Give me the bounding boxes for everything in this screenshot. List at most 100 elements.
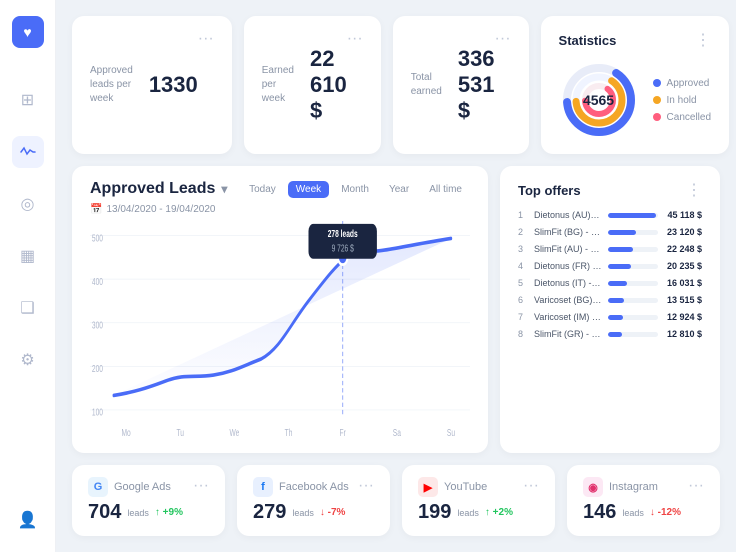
svg-text:Th: Th xyxy=(285,427,293,439)
offer-row: 6 Varicoset (BG) - 15$ 13 515 $ xyxy=(518,295,702,305)
offer-bar xyxy=(608,230,636,235)
offer-bar xyxy=(608,315,623,320)
source-name-facebook: Facebook Ads xyxy=(279,481,349,493)
offer-row: 3 SlimFit (AU) - 16$ 22 248 $ xyxy=(518,244,702,254)
source-footer: 279 leads ↓ -7% xyxy=(253,501,374,524)
donut-section: 4565 Approved In hold Cancelled xyxy=(559,60,711,140)
offer-value: 20 235 $ xyxy=(664,261,702,271)
top-offers-panel: Top offers ⋮ 1 Dietonus (AU) - 17$ 45 11… xyxy=(500,166,720,453)
offer-bar-wrap xyxy=(608,281,658,286)
svg-text:Tu: Tu xyxy=(176,427,184,439)
offer-row: 8 SlimFit (GR) - 15$ 12 810 $ xyxy=(518,329,702,339)
offer-name: SlimFit (BG) - 16$ xyxy=(534,227,602,237)
statistics-card: Statistics ⋮ 4565 xyxy=(541,16,729,154)
stat-label-earned-week: Earned per week xyxy=(262,64,294,106)
source-card-instagram: ◉ Instagram ··· 146 leads ↓ -12% xyxy=(567,465,720,536)
offer-name: Varicoset (IM) - 14$ xyxy=(534,312,602,322)
middle-row: Approved Leads ▾ Today Week Month Year A… xyxy=(72,166,720,453)
source-change-instagram: ↓ -12% xyxy=(650,507,681,518)
sidebar-item-folder[interactable]: ❑ xyxy=(12,292,44,324)
offer-rank: 1 xyxy=(518,210,528,220)
offer-value: 12 810 $ xyxy=(664,329,702,339)
statistics-menu[interactable]: ⋮ xyxy=(695,30,711,50)
filter-month[interactable]: Month xyxy=(333,181,377,198)
stat-menu-earned-week[interactable]: ··· xyxy=(347,30,363,48)
sidebar-item-settings[interactable]: ⚙ xyxy=(12,344,44,376)
donut-chart: 4565 xyxy=(559,60,639,140)
source-menu-google[interactable]: ··· xyxy=(193,477,209,495)
svg-text:9 726 $: 9 726 $ xyxy=(332,242,354,254)
svg-text:Su: Su xyxy=(447,427,455,439)
source-card-facebook: f Facebook Ads ··· 279 leads ↓ -7% xyxy=(237,465,390,536)
sidebar-item-user[interactable]: 👤 xyxy=(12,504,44,536)
offer-rank: 6 xyxy=(518,295,528,305)
offer-row: 5 Dietonus (IT) - 17$ 16 031 $ xyxy=(518,278,702,288)
offer-name: SlimFit (GR) - 15$ xyxy=(534,329,602,339)
offer-rank: 8 xyxy=(518,329,528,339)
source-card-google: G Google Ads ··· 704 leads ↑ +9% xyxy=(72,465,225,536)
svg-text:400: 400 xyxy=(92,275,103,287)
svg-text:100: 100 xyxy=(92,406,103,418)
offer-bar xyxy=(608,264,631,269)
offers-menu[interactable]: ⋮ xyxy=(686,180,702,200)
source-icon-facebook: f xyxy=(253,477,273,497)
source-value-youtube: 199 xyxy=(418,501,451,524)
stat-label-approved: Approved leads per week xyxy=(90,64,133,106)
source-icon-youtube: ▶ xyxy=(418,477,438,497)
sidebar-item-circle[interactable]: ◎ xyxy=(12,188,44,220)
legend-inhold: In hold xyxy=(653,95,711,106)
stat-menu-total[interactable]: ··· xyxy=(495,30,511,48)
source-footer: 704 leads ↑ +9% xyxy=(88,501,209,524)
offers-header: Top offers ⋮ xyxy=(518,180,702,200)
filter-all[interactable]: All time xyxy=(421,181,470,198)
source-menu-facebook[interactable]: ··· xyxy=(358,477,374,495)
sidebar-nav: ⊞ ◎ ▦ ❑ ⚙ xyxy=(12,84,44,376)
sidebar-item-chart[interactable]: ▦ xyxy=(12,240,44,272)
stat-value-approved: 1330 xyxy=(149,72,198,98)
sidebar-item-activity[interactable] xyxy=(12,136,44,168)
offer-bar-wrap xyxy=(608,315,658,320)
filter-today[interactable]: Today xyxy=(241,181,284,198)
offer-bar-wrap xyxy=(608,230,658,235)
source-icon-instagram: ◉ xyxy=(583,477,603,497)
offer-rank: 5 xyxy=(518,278,528,288)
offer-rank: 3 xyxy=(518,244,528,254)
offer-row: 1 Dietonus (AU) - 17$ 45 118 $ xyxy=(518,210,702,220)
offer-value: 12 924 $ xyxy=(664,312,702,322)
offer-name: Dietonus (IT) - 17$ xyxy=(534,278,602,288)
stat-card-total-earned: Total earned 336 531 $ ··· xyxy=(393,16,529,154)
statistics-title: Statistics xyxy=(559,33,617,48)
filter-week[interactable]: Week xyxy=(288,181,329,198)
source-unit-google: leads xyxy=(127,508,149,518)
chart-title[interactable]: Approved Leads ▾ xyxy=(90,180,227,198)
filter-year[interactable]: Year xyxy=(381,181,417,198)
chart-filters: Today Week Month Year All time xyxy=(241,181,470,198)
source-menu-instagram[interactable]: ··· xyxy=(688,477,704,495)
sidebar-bottom: 👤 xyxy=(12,504,44,536)
stat-value-total: 336 531 $ xyxy=(458,46,495,124)
date-range: 📅 13/04/2020 - 19/04/2020 xyxy=(90,204,470,215)
sidebar: ♥ ⊞ ◎ ▦ ❑ ⚙ 👤 xyxy=(0,0,56,552)
offer-rank: 4 xyxy=(518,261,528,271)
source-footer: 146 leads ↓ -12% xyxy=(583,501,704,524)
legend-approved: Approved xyxy=(653,78,711,89)
offer-row: 2 SlimFit (BG) - 16$ 23 120 $ xyxy=(518,227,702,237)
source-change-youtube: ↑ +2% xyxy=(485,507,513,518)
offer-rank: 2 xyxy=(518,227,528,237)
source-change-google: ↑ +9% xyxy=(155,507,183,518)
stat-menu-approved[interactable]: ··· xyxy=(198,30,214,48)
donut-value: 4565 xyxy=(583,92,614,108)
source-unit-facebook: leads xyxy=(292,508,314,518)
offer-bar-wrap xyxy=(608,298,658,303)
chart-header: Approved Leads ▾ Today Week Month Year A… xyxy=(90,180,470,198)
source-menu-youtube[interactable]: ··· xyxy=(523,477,539,495)
stat-card-earned-week: Earned per week 22 610 $ ··· xyxy=(244,16,381,154)
source-header: G Google Ads ··· xyxy=(88,477,209,497)
svg-text:Fr: Fr xyxy=(340,427,346,439)
svg-text:200: 200 xyxy=(92,363,103,375)
offer-bar-wrap xyxy=(608,264,658,269)
sidebar-item-home[interactable]: ⊞ xyxy=(12,84,44,116)
offer-name: Varicoset (BG) - 15$ xyxy=(534,295,602,305)
offer-bar-wrap xyxy=(608,213,658,218)
sources-list: G Google Ads ··· 704 leads ↑ +9% f Faceb… xyxy=(72,465,720,536)
